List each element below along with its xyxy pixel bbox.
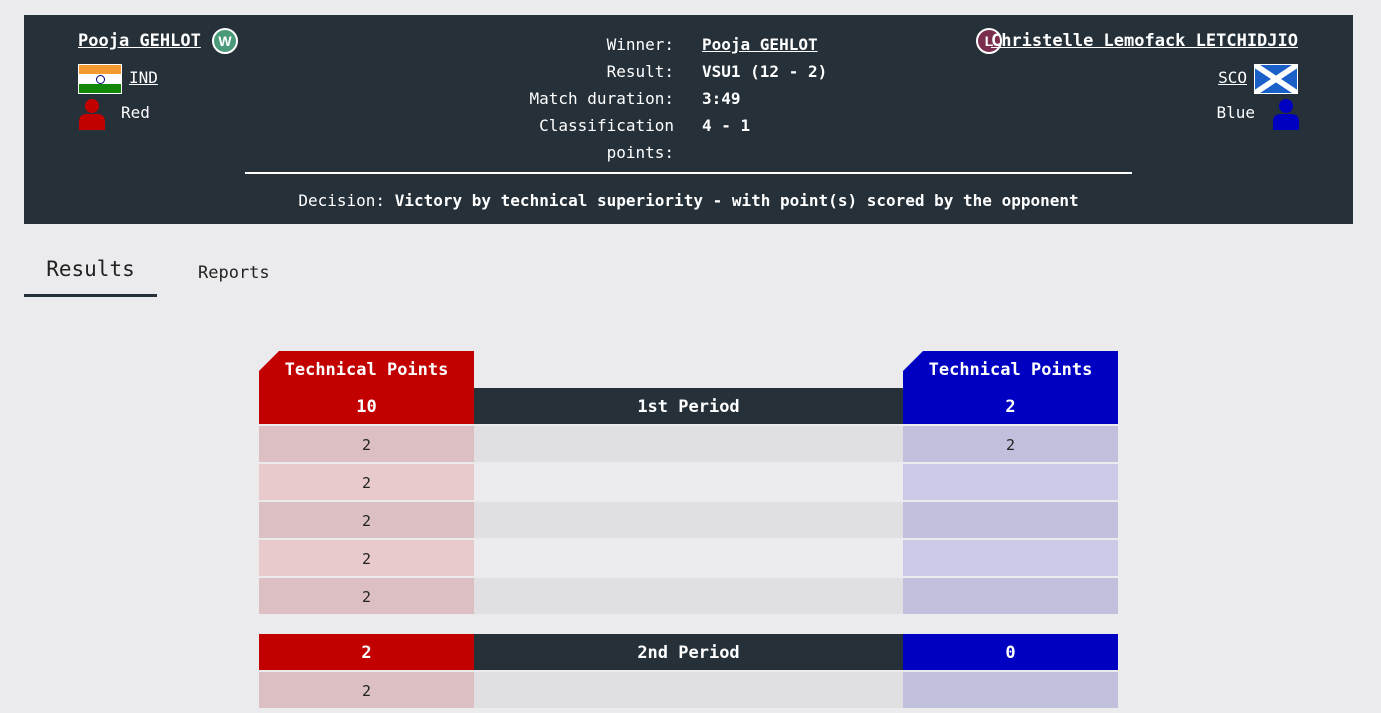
red-points-cell: 2 (259, 502, 474, 538)
red-points-cell: 2 (259, 426, 474, 462)
classification-label: Classification (539, 116, 674, 135)
blue-points-cell (903, 464, 1118, 500)
period-row: 10 1st Period 2 (259, 388, 1118, 424)
winner-name-link[interactable]: Pooja GEHLOT (702, 35, 818, 54)
action-cell (474, 672, 903, 708)
blue-athlete-icon (1273, 99, 1299, 130)
winner-label: Winner: (606, 35, 674, 54)
table-row: 2 (259, 672, 1118, 708)
table-row: 2 2 (259, 426, 1118, 462)
tab-results-label: Results (46, 257, 135, 281)
table-row: 2 (259, 540, 1118, 576)
red-period-total: 2 (259, 634, 474, 670)
result-label: Result: (606, 62, 674, 81)
tab-bar: Results Reports (24, 250, 424, 297)
action-cell (474, 540, 903, 576)
blue-points-cell: 2 (903, 426, 1118, 462)
decision-line: Decision: Victory by technical superiori… (24, 191, 1353, 210)
action-cell (474, 502, 903, 538)
india-flag-icon (78, 64, 122, 94)
action-cell (474, 464, 903, 500)
red-athlete-name-link[interactable]: Pooja GEHLOT (78, 31, 201, 51)
table-row: 2 (259, 502, 1118, 538)
table-row: 2 (259, 578, 1118, 614)
scotland-flag-icon (1254, 64, 1298, 94)
blue-athlete-name-link[interactable]: Christelle Lemofack LETCHIDJIO (991, 31, 1298, 51)
red-points-cell: 2 (259, 464, 474, 500)
tab-results[interactable]: Results (24, 250, 157, 297)
red-athlete-icon (79, 99, 105, 130)
winner-badge: W (212, 28, 238, 54)
technical-points-header: Technical Points Technical Points (259, 351, 1118, 388)
red-technical-points-header: Technical Points (259, 351, 474, 388)
tab-reports[interactable]: Reports (198, 250, 270, 297)
period-row: 2 2nd Period 0 (259, 634, 1118, 670)
duration-label: Match duration: (529, 89, 675, 108)
blue-points-cell (903, 672, 1118, 708)
blue-points-cell (903, 540, 1118, 576)
action-cell (474, 578, 903, 614)
red-corner-label: Red (121, 103, 150, 122)
decision-label: Decision: (298, 191, 386, 210)
blue-technical-points-header: Technical Points (903, 351, 1118, 388)
duration-value: 3:49 (702, 89, 741, 108)
result-value: VSU1 (12 - 2) (702, 62, 828, 81)
summary-values: Pooja GEHLOT VSU1 (12 - 2) 3:49 4 - 1 (702, 31, 902, 139)
blue-points-cell (903, 578, 1118, 614)
header-divider (245, 172, 1132, 174)
red-period-total: 10 (259, 388, 474, 424)
classification-value: 4 - 1 (702, 116, 751, 135)
red-country-link[interactable]: IND (129, 68, 158, 87)
blue-country-link[interactable]: SCO (1218, 68, 1247, 87)
blue-points-cell (903, 502, 1118, 538)
period-label: 1st Period (474, 388, 903, 424)
summary-labels: Winner: Result: Match duration: Classifi… (504, 31, 675, 166)
blue-period-total: 0 (903, 634, 1118, 670)
red-points-cell: 2 (259, 672, 474, 708)
period-label: 2nd Period (474, 634, 903, 670)
table-row: 2 (259, 464, 1118, 500)
action-cell (474, 426, 903, 462)
match-header: Pooja GEHLOT W IND Red Winner: Result: M… (24, 15, 1353, 224)
decision-value: Victory by technical superiority - with … (394, 191, 1079, 210)
red-points-cell: 2 (259, 540, 474, 576)
red-points-cell: 2 (259, 578, 474, 614)
blue-corner-label: Blue (1216, 103, 1255, 122)
classification-label-2: points: (606, 143, 674, 162)
blue-period-total: 2 (903, 388, 1118, 424)
